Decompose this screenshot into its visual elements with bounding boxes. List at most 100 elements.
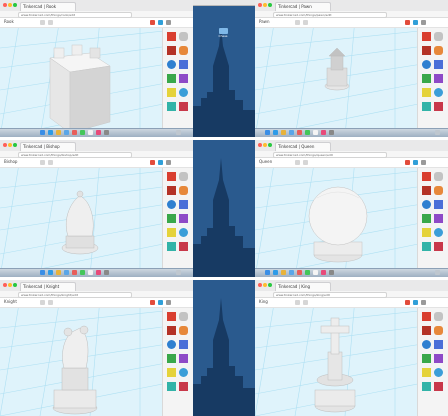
export-icon[interactable] <box>421 300 426 305</box>
grid-icon[interactable] <box>150 20 155 25</box>
sphere-shape-icon[interactable] <box>422 60 431 69</box>
torus-shape-icon[interactable] <box>179 88 188 97</box>
maximize-icon[interactable] <box>268 143 272 147</box>
wedge-shape-icon[interactable] <box>422 102 431 111</box>
redo-button[interactable] <box>303 160 308 165</box>
box-shape-icon[interactable] <box>167 312 176 321</box>
cone-shape-icon[interactable] <box>179 74 188 83</box>
grid-icon[interactable] <box>405 20 410 25</box>
browser-tab[interactable]: Tinkercad | King <box>275 282 331 291</box>
hole-cylinder-icon[interactable] <box>179 186 188 195</box>
import-icon[interactable] <box>413 300 418 305</box>
hole-cylinder-icon[interactable] <box>434 46 443 55</box>
messages-icon[interactable] <box>80 270 85 275</box>
hole-cylinder-icon[interactable] <box>434 326 443 335</box>
pyramid-shape-icon[interactable] <box>422 88 431 97</box>
cylinder-shape-icon[interactable] <box>179 32 188 41</box>
undo-button[interactable] <box>40 20 45 25</box>
cone-shape-icon[interactable] <box>434 214 443 223</box>
chrome-icon[interactable] <box>281 270 286 275</box>
export-icon[interactable] <box>166 20 171 25</box>
calendar-icon[interactable] <box>88 270 93 275</box>
music-icon[interactable] <box>321 130 326 135</box>
close-icon[interactable] <box>258 283 262 287</box>
pyramid-shape-icon[interactable] <box>422 368 431 377</box>
redo-button[interactable] <box>48 300 53 305</box>
torus-shape-icon[interactable] <box>179 228 188 237</box>
minimize-icon[interactable] <box>263 283 267 287</box>
minimize-icon[interactable] <box>8 3 12 7</box>
export-icon[interactable] <box>421 20 426 25</box>
settings-icon[interactable] <box>104 270 109 275</box>
undo-button[interactable] <box>40 160 45 165</box>
pyramid-shape-icon[interactable] <box>167 228 176 237</box>
minimize-icon[interactable] <box>8 283 12 287</box>
calendar-icon[interactable] <box>313 130 318 135</box>
undo-button[interactable] <box>295 20 300 25</box>
text-shape-icon[interactable] <box>179 102 188 111</box>
trash-icon[interactable] <box>176 270 181 275</box>
safari-icon[interactable] <box>48 270 53 275</box>
sphere-shape-icon[interactable] <box>167 340 176 349</box>
scribble-icon[interactable] <box>179 60 188 69</box>
close-icon[interactable] <box>258 3 262 7</box>
sphere-shape-icon[interactable] <box>422 340 431 349</box>
music-icon[interactable] <box>96 270 101 275</box>
scribble-icon[interactable] <box>434 60 443 69</box>
torus-shape-icon[interactable] <box>434 368 443 377</box>
maximize-icon[interactable] <box>268 3 272 7</box>
music-icon[interactable] <box>96 130 101 135</box>
roof-shape-icon[interactable] <box>422 214 431 223</box>
browser-tab[interactable]: Tinkercad | Pawn <box>275 2 331 11</box>
grid-icon[interactable] <box>150 160 155 165</box>
safari-icon[interactable] <box>48 130 53 135</box>
roof-shape-icon[interactable] <box>167 214 176 223</box>
box-shape-icon[interactable] <box>167 32 176 41</box>
close-icon[interactable] <box>3 143 7 147</box>
sphere-shape-icon[interactable] <box>167 200 176 209</box>
roof-shape-icon[interactable] <box>422 74 431 83</box>
box-shape-icon[interactable] <box>422 312 431 321</box>
redo-button[interactable] <box>48 20 53 25</box>
sphere-shape-icon[interactable] <box>167 60 176 69</box>
settings-icon[interactable] <box>104 130 109 135</box>
close-icon[interactable] <box>3 283 7 287</box>
finder-icon[interactable] <box>265 130 270 135</box>
wedge-shape-icon[interactable] <box>167 242 176 251</box>
pyramid-shape-icon[interactable] <box>422 228 431 237</box>
grid-icon[interactable] <box>150 300 155 305</box>
undo-button[interactable] <box>40 300 45 305</box>
grid-icon[interactable] <box>405 160 410 165</box>
scribble-icon[interactable] <box>434 340 443 349</box>
safari-icon[interactable] <box>273 270 278 275</box>
maximize-icon[interactable] <box>13 283 17 287</box>
hole-box-icon[interactable] <box>422 326 431 335</box>
grid-icon[interactable] <box>405 300 410 305</box>
minimize-icon[interactable] <box>8 143 12 147</box>
trash-icon[interactable] <box>176 130 181 135</box>
wedge-shape-icon[interactable] <box>422 382 431 391</box>
settings-icon[interactable] <box>329 130 334 135</box>
undo-button[interactable] <box>295 160 300 165</box>
hole-box-icon[interactable] <box>167 46 176 55</box>
maximize-icon[interactable] <box>268 283 272 287</box>
finder-icon[interactable] <box>40 130 45 135</box>
cylinder-shape-icon[interactable] <box>434 172 443 181</box>
text-shape-icon[interactable] <box>434 382 443 391</box>
hole-box-icon[interactable] <box>167 326 176 335</box>
pyramid-shape-icon[interactable] <box>167 368 176 377</box>
hole-cylinder-icon[interactable] <box>434 186 443 195</box>
undo-button[interactable] <box>295 300 300 305</box>
minimize-icon[interactable] <box>263 143 267 147</box>
import-icon[interactable] <box>413 160 418 165</box>
browser-tab[interactable]: Tinkercad | Knight <box>20 282 76 291</box>
import-icon[interactable] <box>413 20 418 25</box>
messages-icon[interactable] <box>305 130 310 135</box>
roof-shape-icon[interactable] <box>167 74 176 83</box>
import-icon[interactable] <box>158 20 163 25</box>
hole-cylinder-icon[interactable] <box>179 326 188 335</box>
torus-shape-icon[interactable] <box>434 228 443 237</box>
torus-shape-icon[interactable] <box>179 368 188 377</box>
import-icon[interactable] <box>158 160 163 165</box>
cylinder-shape-icon[interactable] <box>434 312 443 321</box>
